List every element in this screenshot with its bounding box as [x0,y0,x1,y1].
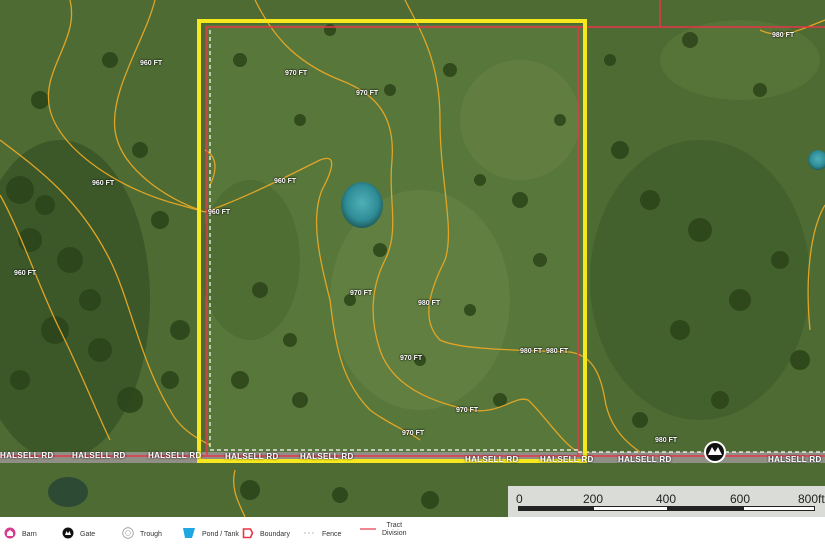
contour-label: 970 FT [350,290,373,297]
scale-segment [743,506,815,511]
scale-tick: 400 [656,492,677,506]
barn-icon [4,527,16,541]
gate-icon [62,527,74,541]
boundary-icon [242,527,254,541]
legend-item-trough: Trough [122,527,162,541]
fence-icon [304,527,316,541]
contour-label: 980 FT [520,348,543,355]
map-canvas [0,0,825,517]
legend-item-barn: Barn [4,527,37,541]
contour-label: 960 FT [92,180,115,187]
scale-segment [518,506,593,511]
scale-tick: 200 [583,492,604,506]
scale-segment [668,506,743,511]
gate-marker [704,441,726,463]
contour-label: 980 FT [655,437,678,444]
scale-bar: 0 200 400 600 800ft [508,486,825,517]
contour-label: 960 FT [208,209,231,216]
contour-label: 970 FT [456,407,479,414]
legend-item-boundary: Boundary [242,527,290,541]
contour-label: 980 FT [772,32,795,39]
road-label: HALSELL RD [300,452,354,461]
contour-label: 960 FT [140,60,163,67]
contour-label: 970 FT [400,355,423,362]
pond [341,182,383,228]
road-label: HALSELL RD [148,451,202,460]
contour-label: 970 FT [402,430,425,437]
contour-label: 960 FT [14,270,37,277]
trough-icon [122,527,134,541]
contour-label: 970 FT [356,90,379,97]
legend-item-tract-division: Tract Division [360,522,407,538]
road-label: HALSELL RD [0,451,54,460]
legend-item-pond: Pond / Tank [182,527,239,541]
legend-item-gate: Gate [62,527,95,541]
road-label: HALSELL RD [768,455,822,464]
property-map-page: HALSELL RD HALSELL RD HALSELL RD HALSELL… [0,0,825,550]
tract-division-icon [360,523,376,537]
aerial-map[interactable]: HALSELL RD HALSELL RD HALSELL RD HALSELL… [0,0,825,517]
road-label: HALSELL RD [618,455,672,464]
road-label: HALSELL RD [72,451,126,460]
pond-south [48,477,88,507]
contour-label: 960 FT [274,178,297,185]
legend-item-fence: Fence [304,527,341,541]
scale-tick: 800ft [798,492,825,506]
scale-segment [593,506,668,511]
contour-label: 980 FT [418,300,441,307]
scale-tick: 600 [730,492,751,506]
road-label: HALSELL RD [225,452,279,461]
map-legend: Barn Gate Trough Pond / Tank Boundary Fe… [0,517,825,550]
road-label: HALSELL RD [465,455,519,464]
contour-label: 980 FT [546,348,569,355]
road-label: HALSELL RD [540,455,594,464]
pond-icon [182,527,196,541]
contour-label: 970 FT [285,70,308,77]
scale-tick: 0 [516,492,523,506]
